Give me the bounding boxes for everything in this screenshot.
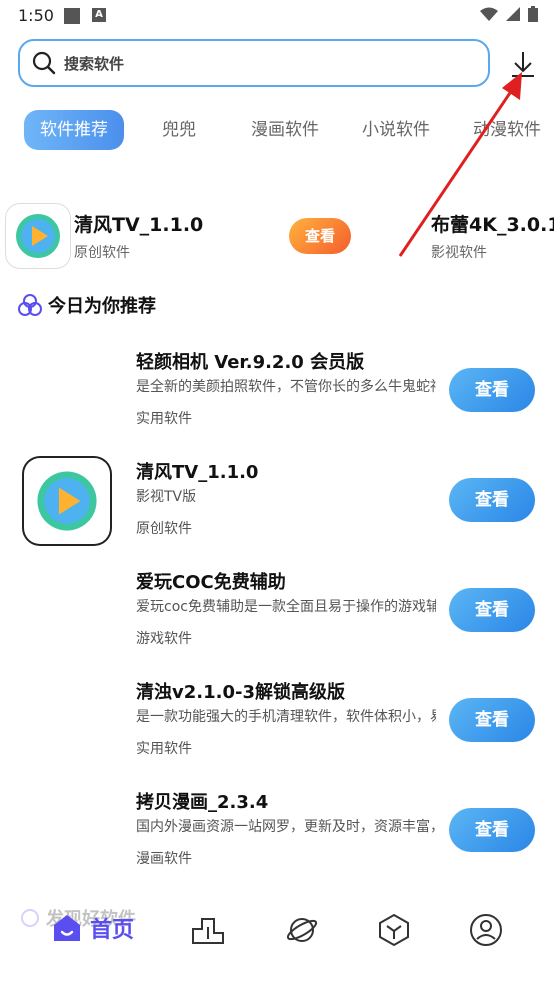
item-category: 实用软件: [136, 411, 192, 427]
item-category: 原创软件: [136, 521, 192, 537]
planet-icon: [286, 918, 318, 942]
notification-icon: [64, 8, 80, 24]
item-description: 影视TV版: [136, 489, 197, 505]
item-category: 游戏软件: [136, 631, 192, 647]
item-description: 是全新的美颜拍照软件，不管你长的多么牛鬼蛇神，还是多么不堪入目都能操作要得和彭于: [136, 379, 436, 395]
wifi-icon: [480, 7, 498, 21]
item-description: 爱玩coc免费辅助是一款全面且易于操作的游戏辅助工具，完全免费提供，该款APP不…: [136, 599, 436, 615]
tab-comic-software[interactable]: 漫画软件: [251, 110, 319, 150]
user-icon: [470, 914, 502, 946]
download-icon: [512, 52, 534, 77]
item-title: 轻颜相机 Ver.9.2.0 会员版: [136, 352, 365, 373]
ranking-icon: [192, 918, 224, 944]
app-logo: [24, 458, 110, 544]
view-button[interactable]: 查看: [449, 588, 535, 632]
circles-icon: [18, 294, 42, 316]
section-header: 今日为你推荐: [18, 290, 156, 320]
cube-icon: [379, 913, 409, 947]
list-item[interactable]: 轻颜相机 Ver.9.2.0 会员版 是全新的美颜拍照软件，不管你长的多么牛鬼蛇…: [0, 340, 554, 440]
item-title: 拷贝漫画_2.3.4: [136, 792, 269, 813]
tab-anime-software[interactable]: 动漫软件: [473, 110, 541, 150]
nav-profile[interactable]: [464, 908, 508, 952]
search-placeholder: 搜索软件: [64, 54, 125, 73]
play-logo-icon: [37, 471, 97, 531]
nav-box[interactable]: [372, 908, 416, 952]
nav-ranking[interactable]: [186, 908, 230, 952]
home-icon: [54, 915, 80, 941]
featured-app-category-2: 影视软件: [431, 245, 487, 261]
app-logo: [6, 204, 70, 268]
featured-view-button[interactable]: 查看: [289, 218, 351, 254]
search-input[interactable]: 搜索软件: [18, 39, 490, 87]
list-item[interactable]: 清浊v2.1.0-3解锁高级版 是一款功能强大的手机清理软件，软件体积小，易于使…: [0, 670, 554, 770]
nav-home[interactable]: 首页: [52, 912, 134, 944]
search-icon: [32, 51, 56, 75]
signal-icon: [506, 7, 520, 21]
list-item[interactable]: 拷贝漫画_2.3.4 国内外漫画资源一站网罗，更新及时，资源丰富，随时随地看漫画…: [0, 780, 554, 880]
list-item[interactable]: 清风TV_1.1.0 影视TV版 原创软件 查看: [0, 450, 554, 550]
item-category: 漫画软件: [136, 851, 192, 867]
app-notification-icon: A: [92, 8, 106, 22]
nav-discover[interactable]: [280, 908, 324, 952]
nav-home-label: 首页: [90, 918, 135, 943]
item-description: 国内外漫画资源一站网罗，更新及时，资源丰富，随时随地看漫画，丰富漫画资源等你来: [136, 819, 436, 835]
tab-software-recommend[interactable]: 软件推荐: [24, 110, 124, 150]
featured-app-title[interactable]: 清风TV_1.1.0: [74, 210, 203, 237]
item-category: 实用软件: [136, 741, 192, 757]
battery-icon: [528, 6, 538, 22]
featured-carousel[interactable]: 清风TV_1.1.0 原创软件 查看 布蕾4K_3.0.1 影视软件: [0, 200, 554, 272]
section-title: 今日为你推荐: [48, 296, 156, 317]
tab-novel-software[interactable]: 小说软件: [362, 110, 430, 150]
category-tabs: 软件推荐 兜兜 漫画软件 小说软件 动漫软件: [0, 110, 554, 152]
view-button[interactable]: 查看: [449, 698, 535, 742]
play-logo-icon: [16, 214, 60, 258]
featured-app-title-2[interactable]: 布蕾4K_3.0.1: [431, 210, 554, 237]
tab-doudou[interactable]: 兜兜: [162, 110, 196, 150]
download-button[interactable]: [508, 48, 538, 80]
bottom-navigation: 首页: [0, 900, 554, 960]
status-icons: [480, 6, 538, 22]
item-title: 清浊v2.1.0-3解锁高级版: [136, 682, 345, 703]
featured-app-category: 原创软件: [74, 245, 130, 261]
list-item[interactable]: 爱玩COC免费辅助 爱玩coc免费辅助是一款全面且易于操作的游戏辅助工具，完全免…: [0, 560, 554, 660]
item-title: 爱玩COC免费辅助: [136, 572, 286, 593]
item-description: 是一款功能强大的手机清理软件，软件体积小，易于使用，它可以帮助您占用存储清理: [136, 709, 436, 725]
status-bar: 1:50 A: [0, 0, 554, 32]
view-button[interactable]: 查看: [449, 808, 535, 852]
view-button[interactable]: 查看: [449, 368, 535, 412]
item-title: 清风TV_1.1.0: [136, 462, 259, 483]
view-button[interactable]: 查看: [449, 478, 535, 522]
status-time: 1:50: [18, 6, 54, 25]
